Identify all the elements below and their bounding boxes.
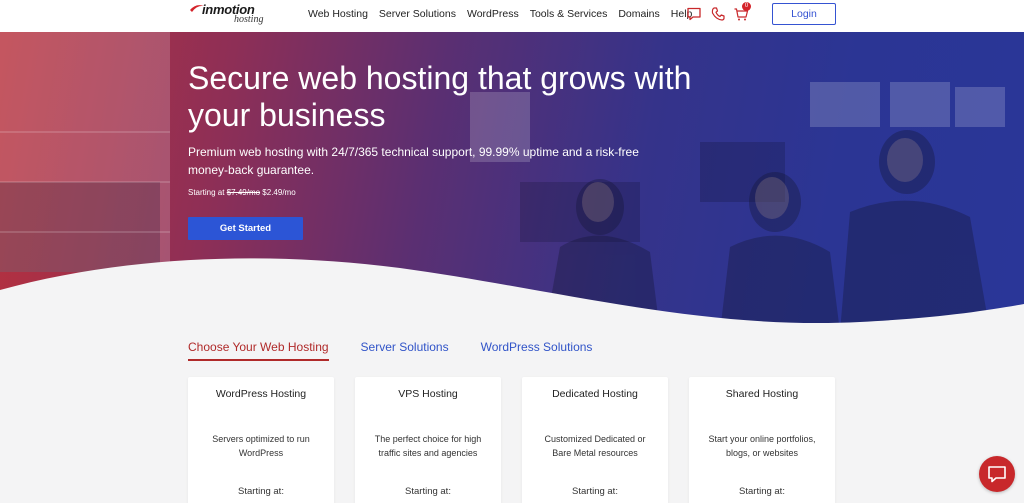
card-starting-label: Starting at: (405, 486, 451, 497)
card-title: VPS Hosting (398, 388, 458, 400)
chat-icon[interactable] (686, 6, 702, 22)
live-chat-button[interactable] (979, 456, 1015, 492)
nav-domains[interactable]: Domains (618, 8, 659, 20)
card-dedicated-hosting[interactable]: Dedicated Hosting Customized Dedicated o… (522, 377, 668, 503)
card-description: Servers optimized to run WordPress (212, 434, 310, 458)
card-title: Dedicated Hosting (552, 388, 638, 400)
card-starting-label: Starting at: (572, 486, 618, 497)
card-vps-hosting[interactable]: VPS Hosting The perfect choice for high … (355, 377, 501, 503)
card-starting-label: Starting at: (739, 486, 785, 497)
card-wordpress-hosting[interactable]: WordPress Hosting Servers optimized to r… (188, 377, 334, 503)
card-description: Customized Dedicated or Bare Metal resou… (544, 434, 646, 458)
logo[interactable]: inmotion hosting (190, 2, 270, 28)
logo-subtext: hosting (234, 14, 264, 25)
phone-icon[interactable] (710, 6, 726, 22)
chat-bubble-icon (988, 466, 1006, 483)
nav-wordpress[interactable]: WordPress (467, 8, 519, 20)
nav-tools-services[interactable]: Tools & Services (530, 8, 608, 20)
tab-server-solutions[interactable]: Server Solutions (361, 340, 449, 361)
card-description: Start your online portfolios, blogs, or … (708, 434, 816, 458)
hosting-tabs: Choose Your Web Hosting Server Solutions… (188, 340, 624, 361)
card-starting-label: Starting at: (238, 486, 284, 497)
nav-server-solutions[interactable]: Server Solutions (379, 8, 456, 20)
hero-section: Secure web hosting that grows with your … (0, 32, 1024, 332)
card-title: Shared Hosting (725, 388, 799, 400)
tab-wordpress-solutions[interactable]: WordPress Solutions (481, 340, 593, 361)
card-shared-hosting[interactable]: Shared Hosting Start your online portfol… (689, 377, 835, 503)
card-description: The perfect choice for high traffic site… (374, 434, 482, 458)
main-nav: Web Hosting Server Solutions WordPress T… (308, 8, 703, 20)
nav-web-hosting[interactable]: Web Hosting (308, 8, 368, 20)
login-button[interactable]: Login (772, 3, 836, 25)
hero-wave-divider (0, 258, 1024, 332)
site-header: inmotion hosting Web Hosting Server Solu… (0, 0, 1024, 32)
cart-count-badge: 0 (742, 2, 751, 11)
card-title: WordPress Hosting (215, 388, 307, 400)
tab-choose-web-hosting[interactable]: Choose Your Web Hosting (188, 340, 329, 361)
